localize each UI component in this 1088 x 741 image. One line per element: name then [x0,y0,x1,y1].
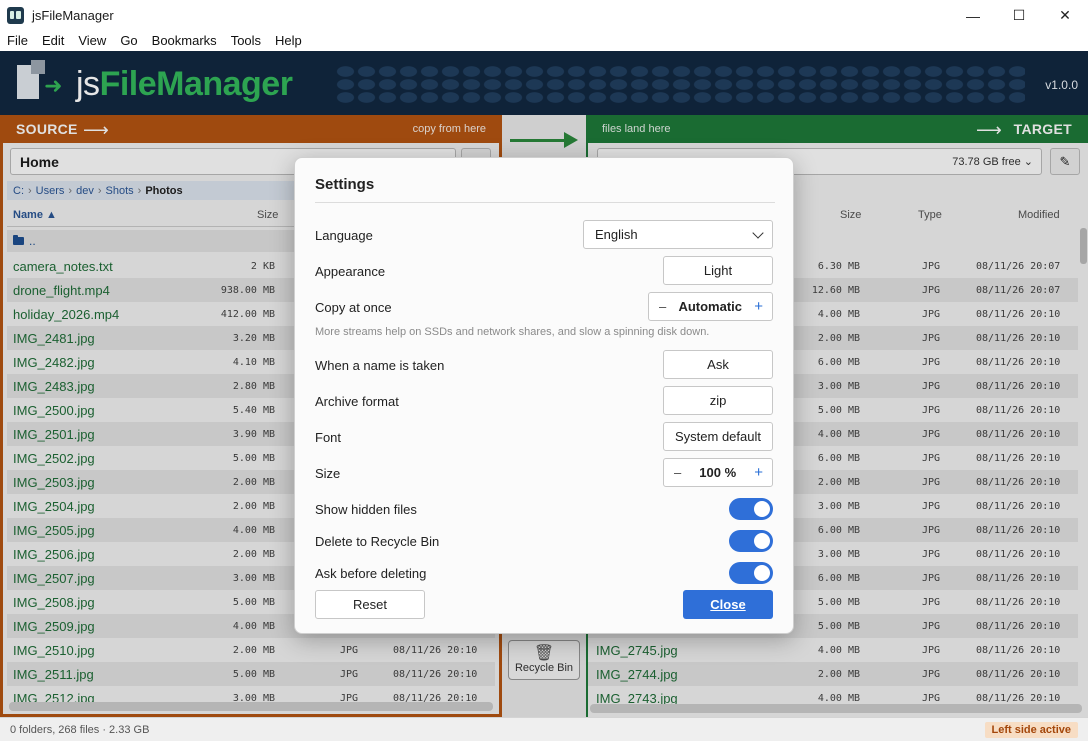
app-icon [7,7,24,24]
language-value: English [595,227,638,242]
menu-file[interactable]: File [0,31,35,51]
menu-bar: File Edit View Go Bookmarks Tools Help [0,31,1088,51]
settings-dialog: Settings Language English Appearance Lig… [294,157,794,634]
minimize-button[interactable]: — [950,0,996,31]
font-button[interactable]: System default [663,422,773,451]
copy-increment-button[interactable]: + [754,298,763,315]
language-select[interactable]: English [583,220,773,249]
archive-format-button[interactable]: zip [663,386,773,415]
status-bar: 0 folders, 268 files · 2.33 GB Left side… [0,717,1088,741]
menu-edit[interactable]: Edit [35,31,71,51]
window-title: jsFileManager [32,8,114,23]
size-label: Size [315,466,341,481]
logo-text-light: js [76,65,100,103]
logo-text: jsFileManager [76,65,293,104]
menu-help[interactable]: Help [268,31,309,51]
copy-decrement-button[interactable]: – [659,299,666,314]
menu-tools[interactable]: Tools [224,31,268,51]
size-increment-button[interactable]: + [754,464,763,481]
recycle-bin-label: Delete to Recycle Bin [315,534,440,549]
close-window-button[interactable]: ✕ [1042,0,1088,31]
maximize-button[interactable]: ☐ [996,0,1042,31]
name-taken-button[interactable]: Ask [663,350,773,379]
version-label: v1.0.0 [1045,78,1078,92]
archive-format-label: Archive format [315,394,399,409]
active-side-badge: Left side active [984,722,1078,738]
logo-document-icon [17,60,45,99]
font-label: Font [315,430,342,445]
dialog-title: Settings [315,176,375,193]
size-value: 100 % [699,465,737,480]
ask-before-delete-label: Ask before deleting [315,566,427,581]
logo-text-bold: FileManager [99,65,293,103]
copy-at-once-value: Automatic [678,299,743,314]
language-label: Language [315,228,373,243]
size-stepper: – 100 % + [663,458,773,487]
show-hidden-toggle[interactable] [729,498,773,520]
logo-arrow-icon: ➜ [44,73,63,98]
app-banner: ➜ jsFileManager v1.0.0 [0,51,1088,115]
size-decrement-button[interactable]: – [674,465,681,480]
appearance-label: Appearance [315,264,386,279]
chevron-down-icon [752,226,764,239]
menu-bookmarks[interactable]: Bookmarks [145,31,224,51]
dialog-divider [315,202,775,203]
copy-at-once-hint: More streams help on SSDs and network sh… [315,326,710,338]
reset-button[interactable]: Reset [315,590,425,619]
close-button[interactable]: Close [683,590,773,619]
delete-to-recycle-toggle[interactable] [729,530,773,552]
banner-pattern [335,65,1025,105]
menu-go[interactable]: Go [113,31,144,51]
copy-at-once-stepper: – Automatic + [648,292,773,321]
menu-view[interactable]: View [71,31,113,51]
ask-before-delete-toggle[interactable] [729,562,773,584]
title-bar: jsFileManager — ☐ ✕ [0,0,1088,31]
show-hidden-label: Show hidden files [315,502,417,517]
name-taken-label: When a name is taken [315,358,445,373]
status-summary: 0 folders, 268 files · 2.33 GB [10,724,150,736]
appearance-button[interactable]: Light [663,256,773,285]
copy-at-once-label: Copy at once [315,300,392,315]
